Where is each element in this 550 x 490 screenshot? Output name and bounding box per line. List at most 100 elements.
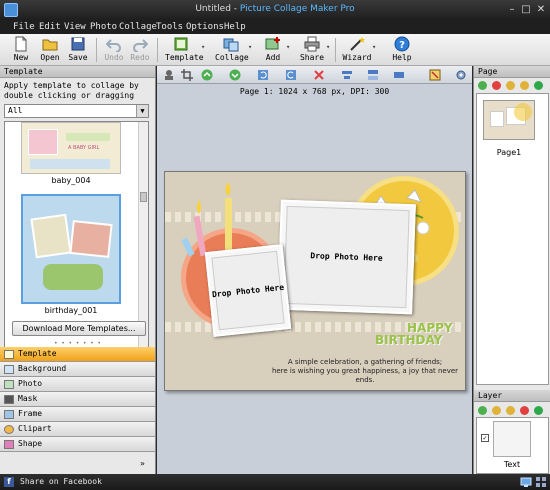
- layer-down-icon[interactable]: [506, 406, 515, 415]
- chevron-down-icon[interactable]: ▼: [136, 105, 148, 117]
- refresh-layer-icon[interactable]: [534, 406, 543, 415]
- photo-placeholder-left[interactable]: Drop Photo Here: [204, 244, 292, 337]
- add-dropdown-icon[interactable]: ▾: [286, 43, 290, 51]
- template-filter-select[interactable]: All ▼: [4, 104, 149, 118]
- share-on-facebook-link[interactable]: Share on Facebook: [20, 477, 102, 486]
- size-icon[interactable]: [393, 69, 405, 81]
- facebook-icon[interactable]: f: [4, 477, 14, 487]
- template-dropdown-icon[interactable]: ▾: [201, 43, 205, 51]
- greeting-line: here is wishing you great happiness, a j…: [271, 367, 459, 384]
- main-toolbar: New Open Save Undo Redo Template ▾ Colla…: [0, 34, 550, 66]
- grid-view-icon[interactable]: [535, 476, 547, 488]
- align-icon[interactable]: [341, 69, 353, 81]
- photo-placeholder-right[interactable]: Drop Photo Here: [277, 199, 416, 315]
- menu-collage[interactable]: Collage: [119, 22, 157, 32]
- settings-gear-icon[interactable]: [455, 69, 467, 81]
- window-title: Untitled - Picture Collage Maker Pro: [0, 4, 550, 14]
- share-button[interactable]: Share: [297, 36, 327, 64]
- select-icon[interactable]: [163, 69, 175, 81]
- tab-mask[interactable]: Mask: [0, 392, 155, 407]
- add-photo-icon: [265, 37, 280, 50]
- panel-splitter[interactable]: • • • • • • •: [0, 341, 155, 347]
- page-panel-header: Page: [474, 66, 550, 78]
- product-name: Picture Collage Maker Pro: [239, 4, 355, 14]
- svg-text:?: ?: [399, 40, 405, 51]
- menu-options[interactable]: Options: [186, 22, 224, 32]
- collage-canvas[interactable]: Drop Photo Here Drop Photo Here HAPPY BI…: [164, 171, 466, 391]
- template-item-birthday-001[interactable]: birthday_001: [21, 194, 121, 315]
- greeting-line: A simple celebration, a gathering of fri…: [287, 358, 443, 366]
- help-label: Help: [392, 53, 412, 62]
- share-dropdown-icon[interactable]: ▾: [326, 43, 330, 51]
- download-more-templates-button[interactable]: Download More Templates...: [12, 321, 146, 336]
- menu-tools[interactable]: Tools: [156, 22, 183, 32]
- template-filter-value: All: [8, 106, 23, 115]
- bring-forward-icon[interactable]: [201, 69, 213, 81]
- template-icon: [174, 37, 188, 51]
- layer-panel-header: Layer: [474, 390, 550, 402]
- wizard-button[interactable]: Wizard: [342, 36, 372, 64]
- scrollbar-thumb[interactable]: [140, 192, 147, 202]
- tab-clipart[interactable]: Clipart: [0, 422, 155, 437]
- template-thumbnail: [21, 194, 121, 304]
- move-up-icon[interactable]: [506, 81, 515, 90]
- new-button[interactable]: New: [6, 36, 36, 64]
- close-icon[interactable]: ✕: [535, 4, 547, 16]
- save-button[interactable]: Save: [63, 36, 93, 64]
- printer-icon: [304, 36, 320, 52]
- template-panel-header: Template: [0, 66, 155, 78]
- move-down-icon[interactable]: [520, 81, 529, 90]
- layer-visibility-checkbox[interactable]: ✓: [481, 434, 489, 442]
- new-document-icon: [15, 36, 27, 52]
- template-button[interactable]: Template: [165, 36, 204, 64]
- page-list: Page1: [476, 93, 549, 385]
- wizard-dropdown-icon[interactable]: ▾: [372, 43, 376, 51]
- minimize-icon[interactable]: –: [506, 4, 518, 16]
- open-folder-icon: [42, 39, 58, 51]
- layer-up-icon[interactable]: [492, 406, 501, 415]
- send-backward-icon[interactable]: [229, 69, 241, 81]
- tab-shape[interactable]: Shape: [0, 437, 155, 452]
- add-layer-icon[interactable]: [478, 406, 487, 415]
- menu-edit[interactable]: Edit: [39, 22, 61, 32]
- menu-view[interactable]: View: [64, 22, 86, 32]
- zoom-fit-icon[interactable]: [429, 69, 441, 81]
- new-label: New: [13, 53, 29, 62]
- share-label: Share: [299, 53, 325, 62]
- shape-tab-icon: [4, 440, 14, 449]
- delete-icon[interactable]: [313, 69, 325, 81]
- collage-dropdown-icon[interactable]: ▾: [248, 43, 252, 51]
- tab-background[interactable]: Background: [0, 362, 155, 377]
- tab-template[interactable]: Template: [0, 347, 155, 362]
- tab-frame[interactable]: Frame: [0, 407, 155, 422]
- template-name: birthday_001: [44, 306, 98, 315]
- magic-wand-icon: [350, 37, 365, 51]
- maximize-icon[interactable]: □: [520, 4, 532, 16]
- delete-layer-icon[interactable]: [520, 406, 529, 415]
- redo-icon: [133, 39, 148, 52]
- redo-button[interactable]: Redo: [125, 36, 155, 64]
- add-button[interactable]: Add: [258, 36, 288, 64]
- help-button[interactable]: ? Help: [387, 36, 417, 64]
- monitor-icon[interactable]: [520, 476, 532, 488]
- distribute-icon[interactable]: [367, 69, 379, 81]
- collage-button[interactable]: Collage: [215, 36, 249, 64]
- more-tabs-button[interactable]: »: [140, 459, 145, 468]
- mask-tab-icon: [4, 395, 14, 404]
- open-button[interactable]: Open: [35, 36, 65, 64]
- add-page-icon[interactable]: [478, 81, 487, 90]
- delete-page-icon[interactable]: [492, 81, 501, 90]
- rotate-right-icon[interactable]: [285, 69, 297, 81]
- toolbar-separator: [157, 38, 158, 62]
- template-item-baby-004[interactable]: A BABY GIRL baby_004: [21, 122, 121, 185]
- refresh-icon[interactable]: [534, 81, 543, 90]
- rotate-left-icon[interactable]: [257, 69, 269, 81]
- menu-photo[interactable]: Photo: [90, 22, 117, 32]
- tab-photo[interactable]: Photo: [0, 377, 155, 392]
- background-tab-icon: [4, 365, 14, 374]
- page-thumbnail[interactable]: [483, 100, 535, 140]
- crop-icon[interactable]: [181, 69, 193, 81]
- menu-file[interactable]: File: [13, 22, 35, 32]
- menu-help[interactable]: Help: [224, 22, 246, 32]
- layer-thumbnail[interactable]: [493, 421, 531, 457]
